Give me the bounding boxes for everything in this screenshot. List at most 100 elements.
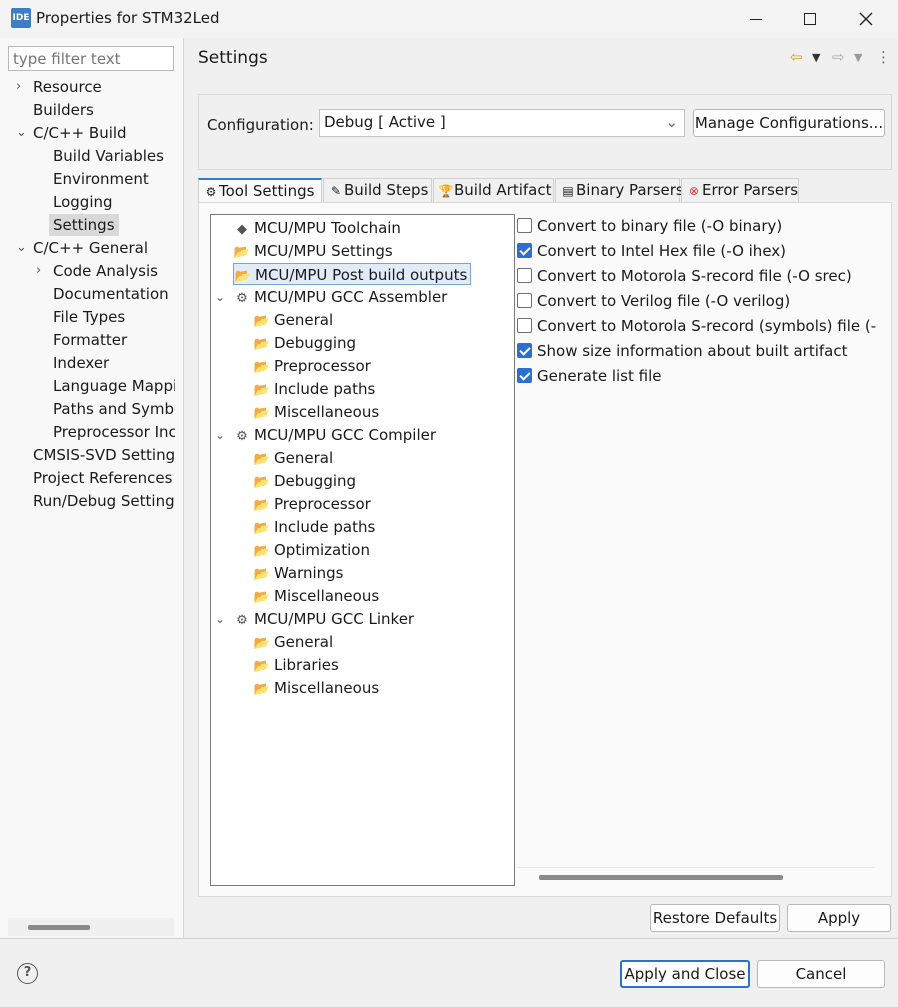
option-checkbox[interactable] bbox=[517, 368, 532, 383]
scrollbar-thumb[interactable] bbox=[28, 925, 90, 930]
cancel-button[interactable]: Cancel bbox=[757, 960, 885, 988]
minimize-button[interactable] bbox=[730, 0, 782, 38]
restore-defaults-button[interactable]: Restore Defaults bbox=[650, 904, 780, 932]
nav-item[interactable]: › Code Analysis bbox=[0, 260, 175, 282]
nav-item-label: Indexer bbox=[53, 354, 110, 372]
nav-horizontal-scrollbar[interactable] bbox=[8, 918, 174, 936]
options-horizontal-scrollbar[interactable] bbox=[517, 867, 875, 885]
tool-tree-item[interactable]: 📂 MCU/MPU Settings bbox=[233, 240, 393, 262]
option-label: Show size information about built artifa… bbox=[537, 342, 848, 360]
nav-item[interactable]: Preprocessor Inc bbox=[0, 421, 175, 443]
tool-tree-item[interactable]: 📂 MCU/MPU Post build outputs bbox=[233, 263, 472, 285]
tab-error-parsers[interactable]: ⊗ Error Parsers bbox=[681, 178, 799, 202]
option-checkbox[interactable] bbox=[517, 268, 532, 283]
nav-item[interactable]: Settings bbox=[0, 214, 175, 236]
tab-binary-parsers[interactable]: ▤ Binary Parsers bbox=[555, 178, 684, 202]
tool-tree-item[interactable]: 📂 Miscellaneous bbox=[253, 585, 379, 607]
tool-tree-item[interactable]: 📂 General bbox=[253, 631, 333, 653]
apply-button[interactable]: Apply bbox=[787, 904, 891, 932]
tool-tree-item[interactable]: 📂 General bbox=[253, 309, 333, 331]
nav-item[interactable]: › Resource bbox=[0, 76, 175, 98]
option-checkbox[interactable] bbox=[517, 343, 532, 358]
option-row[interactable]: Show size information about built artifa… bbox=[517, 340, 848, 362]
configuration-label: Configuration: bbox=[207, 116, 314, 134]
back-arrow-icon[interactable]: ⇦ bbox=[790, 48, 803, 66]
gear-icon: ⚙ bbox=[236, 291, 248, 306]
option-checkbox[interactable] bbox=[517, 318, 532, 333]
forward-arrow-icon[interactable]: ⇨ bbox=[832, 48, 845, 66]
nav-item[interactable]: Paths and Symbo bbox=[0, 398, 175, 420]
tool-tree-item[interactable]: 📂 Miscellaneous bbox=[253, 401, 379, 423]
ide-app-icon: IDE bbox=[11, 8, 31, 28]
gear-icon: ⚙ bbox=[236, 613, 248, 628]
nav-item[interactable]: Project References bbox=[0, 467, 175, 489]
tool-tree-item[interactable]: ⌄ ⚙ MCU/MPU GCC Assembler bbox=[215, 286, 447, 308]
option-checkbox[interactable] bbox=[517, 218, 532, 233]
option-row[interactable]: Convert to binary file (-O binary) bbox=[517, 215, 782, 237]
back-dropdown-icon[interactable]: ▼ bbox=[812, 51, 820, 64]
nav-item[interactable]: Documentation bbox=[0, 283, 175, 305]
chevron-down-icon[interactable]: ⌄ bbox=[16, 237, 28, 259]
tool-tree-label: General bbox=[274, 311, 334, 329]
nav-item[interactable]: Logging bbox=[0, 191, 175, 213]
tool-tree-item[interactable]: ⌄ ⚙ MCU/MPU GCC Compiler bbox=[215, 424, 436, 446]
tool-tree-item[interactable]: 📂 Libraries bbox=[253, 654, 339, 676]
tool-tree-item[interactable]: 📂 General bbox=[253, 447, 333, 469]
tool-tree-item[interactable]: ◆ MCU/MPU Toolchain bbox=[233, 217, 401, 239]
tool-tree-item[interactable]: 📂 Optimization bbox=[253, 539, 370, 561]
tool-tree-item[interactable]: 📂 Include paths bbox=[253, 516, 375, 538]
option-label: Convert to Motorola S-record (symbols) f… bbox=[537, 317, 877, 335]
maximize-button[interactable] bbox=[784, 0, 836, 38]
nav-item[interactable]: Builders bbox=[0, 99, 175, 121]
tool-tree: ◆ MCU/MPU Toolchain 📂 MCU/MPU Settings 📂 MCU/… bbox=[210, 214, 515, 886]
nav-item-label: Language Mappi bbox=[53, 377, 175, 395]
tool-tree-item[interactable]: 📂 Include paths bbox=[253, 378, 375, 400]
apply-and-close-button[interactable]: Apply and Close bbox=[620, 960, 750, 988]
forward-dropdown-icon[interactable]: ▼ bbox=[854, 51, 862, 64]
tab-build-steps[interactable]: ✎ Build Steps bbox=[323, 178, 432, 202]
tool-tree-item[interactable]: ⌄ ⚙ MCU/MPU GCC Linker bbox=[215, 608, 414, 630]
nav-item[interactable]: Run/Debug Setting bbox=[0, 490, 175, 512]
help-icon[interactable]: ? bbox=[17, 963, 38, 984]
close-button[interactable] bbox=[840, 0, 892, 38]
option-checkbox[interactable] bbox=[517, 293, 532, 308]
configuration-select[interactable]: Debug [ Active ] ⌄ bbox=[319, 109, 685, 137]
nav-item[interactable]: ⌄ C/C++ Build bbox=[0, 122, 175, 144]
chevron-down-icon[interactable]: ⌄ bbox=[215, 608, 225, 630]
nav-item[interactable]: CMSIS-SVD Setting bbox=[0, 444, 175, 466]
tool-tree-item[interactable]: 📂 Debugging bbox=[253, 470, 356, 492]
post-build-options: Convert to binary file (-O binary) Conver… bbox=[517, 213, 877, 863]
nav-item[interactable]: Formatter bbox=[0, 329, 175, 351]
chevron-down-icon[interactable]: ⌄ bbox=[16, 122, 28, 144]
option-checkbox[interactable] bbox=[517, 243, 532, 258]
option-row[interactable]: Convert to Verilog file (-O verilog) bbox=[517, 290, 790, 312]
nav-item[interactable]: Build Variables bbox=[0, 145, 175, 167]
tool-tree-item[interactable]: 📂 Debugging bbox=[253, 332, 356, 354]
nav-item[interactable]: Language Mappi bbox=[0, 375, 175, 397]
nav-item[interactable]: Indexer bbox=[0, 352, 175, 374]
option-row[interactable]: Convert to Motorola S-record (symbols) f… bbox=[517, 315, 877, 337]
option-row[interactable]: Generate list file bbox=[517, 365, 661, 387]
option-row[interactable]: Convert to Intel Hex file (-O ihex) bbox=[517, 240, 786, 262]
scrollbar-thumb[interactable] bbox=[539, 875, 783, 880]
tool-tree-item[interactable]: 📂 Preprocessor bbox=[253, 355, 371, 377]
nav-item[interactable]: ⌄ C/C++ General bbox=[0, 237, 175, 259]
nav-item[interactable]: Environment bbox=[0, 168, 175, 190]
tab-tool-settings[interactable]: ⚙ Tool Settings bbox=[198, 178, 322, 202]
settings-tabs: ⚙ Tool Settings ✎ Build Steps 🏆Build Artifac… bbox=[198, 178, 892, 202]
chevron-right-icon[interactable]: › bbox=[16, 76, 28, 98]
tab-build-artifact[interactable]: 🏆Build Artifact bbox=[433, 178, 554, 202]
option-row[interactable]: Convert to Motorola S-record file (-O sr… bbox=[517, 265, 852, 287]
chevron-down-icon[interactable]: ⌄ bbox=[215, 286, 225, 308]
more-menu-icon[interactable]: ⋮ bbox=[876, 48, 891, 66]
tool-tree-label: Include paths bbox=[274, 380, 376, 398]
nav-item[interactable]: File Types bbox=[0, 306, 175, 328]
chevron-down-icon[interactable]: ⌄ bbox=[215, 424, 225, 446]
chevron-right-icon[interactable]: › bbox=[36, 260, 48, 282]
tool-tree-item[interactable]: 📂 Miscellaneous bbox=[253, 677, 379, 699]
tool-tree-item[interactable]: 📂 Warnings bbox=[253, 562, 344, 584]
folder-icon: 📂 bbox=[253, 659, 271, 674]
filter-input[interactable] bbox=[8, 46, 174, 71]
tool-tree-item[interactable]: 📂 Preprocessor bbox=[253, 493, 371, 515]
manage-configurations-button[interactable]: Manage Configurations... bbox=[693, 109, 885, 137]
